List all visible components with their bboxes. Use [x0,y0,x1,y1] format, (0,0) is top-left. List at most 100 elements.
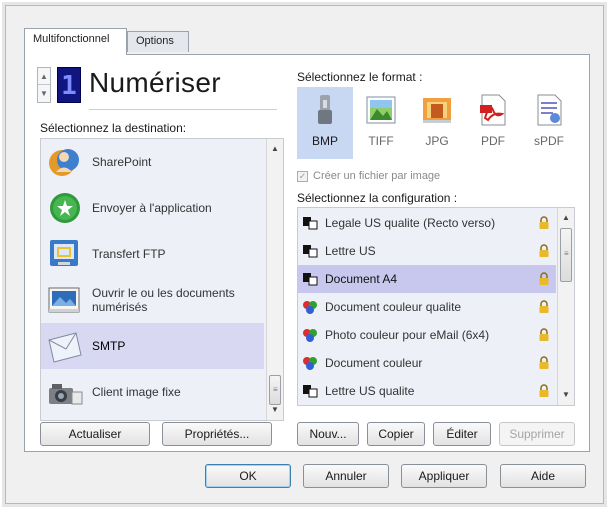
spdf-document-icon [537,94,562,126]
copy-button[interactable]: Copier [367,422,425,446]
profile-number-display: 1 [57,67,81,103]
dialog-window: Multifonctionnel Options ▲ ▼ 1 Numériser… [5,5,604,504]
format-label-spdf: sPDF [534,134,564,148]
configuration-item-label: Legale US qualite (Recto verso) [325,216,496,230]
destination-label-smtp: SMTP [92,339,126,353]
destination-item-still-image[interactable]: Client image fixe [41,369,264,415]
lock-icon [539,272,549,285]
spin-down-icon[interactable]: ▼ [38,85,50,102]
email-icon [48,332,82,363]
destination-scrollbar[interactable]: ▲ ≡ ▼ [266,139,283,420]
send-to-app-icon [50,193,80,223]
configuration-item[interactable]: Legale US qualite (Recto verso) [298,209,556,237]
open-documents-icon [48,287,80,313]
configuration-item[interactable]: Lettre US qualite [298,377,556,405]
destination-scroll-thumb[interactable]: ≡ [269,375,281,405]
format-label-bmp: BMP [311,134,338,148]
destination-item-smtp[interactable]: SMTP [41,323,264,369]
color-document-icon [303,329,317,342]
lock-icon [539,384,549,397]
grip-icon: ≡ [273,385,278,394]
format-label-pdf: PDF [481,134,505,148]
configuration-item-label: Lettre US [325,244,376,258]
destination-item-open-documents[interactable]: Ouvrir le ou les documents numérisés [41,277,264,323]
destination-item-ftp[interactable]: Transfert FTP [41,231,264,277]
delete-button[interactable]: Supprimer [499,422,575,446]
tiff-image-icon [366,96,396,124]
jpg-image-icon [423,98,451,123]
configuration-item[interactable]: Document couleur qualite [298,293,556,321]
destination-label-sharepoint: SharePoint [92,155,152,169]
bmp-paint-icon [318,95,332,124]
profile-title: Numériser [89,67,221,98]
scroll-up-icon[interactable]: ▲ [267,141,283,157]
format-label: Sélectionnez le format : [297,70,423,84]
destination-label: Sélectionnez la destination: [40,121,187,135]
lock-icon [539,300,549,313]
new-button[interactable]: Nouv... [297,422,359,446]
lock-icon [539,328,549,341]
format-spdf[interactable]: sPDF [521,87,577,159]
format-jpg[interactable]: JPG [409,87,465,159]
tab-options[interactable]: Options [127,31,189,52]
destination-label-send-to-app: Envoyer à l'application [92,201,212,215]
color-document-icon [303,301,317,314]
configuration-item-label: Document couleur [325,356,423,370]
tab-multifonctionnel[interactable]: Multifonctionnel [24,28,127,55]
color-document-icon [303,357,317,370]
spin-up-icon[interactable]: ▲ [38,68,50,85]
sharepoint-icon [49,149,79,176]
configuration-label: Sélectionnez la configuration : [297,191,458,205]
one-file-per-image-label: Créer un fichier par image [313,170,441,182]
pdf-document-icon [480,94,506,126]
configuration-item-label: Document couleur qualite [325,300,462,314]
checkmark-icon: ✓ [297,170,308,182]
format-bmp[interactable]: BMP [297,87,353,159]
lock-icon [539,356,549,369]
cancel-button[interactable]: Annuler [303,464,389,488]
apply-button[interactable]: Appliquer [401,464,487,488]
properties-button[interactable]: Propriétés... [162,422,272,446]
format-label-jpg: JPG [425,134,449,148]
title-divider [89,109,277,110]
format-pdf[interactable]: PDF [465,87,521,159]
destination-label-still-image: Client image fixe [92,385,181,399]
destination-item-sharepoint[interactable]: SharePoint [41,139,264,185]
scroll-down-icon[interactable]: ▼ [558,387,574,403]
configuration-item[interactable]: Photo couleur pour eMail (6x4) [298,321,556,349]
profile-spinner[interactable]: ▲ ▼ [37,67,51,103]
format-tiff[interactable]: TIFF [353,87,409,159]
ftp-icon [50,240,78,266]
configuration-item[interactable]: Document couleur [298,349,556,377]
bw-document-icon [303,273,318,286]
bw-document-icon [303,217,318,230]
grip-icon: ≡ [564,249,569,258]
configuration-item-label: Document A4 [325,272,398,286]
destination-item-send-to-app[interactable]: Envoyer à l'application [41,185,264,231]
one-file-per-image-checkbox[interactable]: ✓ Créer un fichier par image [297,170,440,182]
configuration-list[interactable]: Legale US qualite (Recto verso) Lettre U… [297,207,575,406]
ok-button[interactable]: OK [205,464,291,488]
destination-label-open-documents: Ouvrir le ou les documents numérisés [92,286,235,314]
format-label-tiff: TIFF [368,134,394,148]
lock-icon [539,216,549,229]
tab-panel: ▲ ▼ 1 Numériser Sélectionnez la destinat… [24,54,590,452]
configuration-item-label: Lettre US qualite [325,384,415,398]
still-image-client-icon [49,384,83,405]
lock-icon [539,244,549,257]
configuration-item[interactable]: Lettre US [298,237,556,265]
destination-list[interactable]: SharePoint Envoyer à l'application Trans… [40,138,284,421]
configuration-scroll-thumb[interactable]: ≡ [560,228,572,282]
format-selector: BMP TIFF JPG PDF sPDF [297,87,577,159]
bw-document-icon [303,245,318,258]
configuration-scrollbar[interactable]: ▲ ≡ ▼ [557,208,574,405]
configuration-item-label: Photo couleur pour eMail (6x4) [325,328,490,342]
bw-document-icon [303,385,318,398]
scroll-up-icon[interactable]: ▲ [558,210,574,226]
scroll-down-icon[interactable]: ▼ [267,402,283,418]
configuration-item-selected[interactable]: Document A4 [298,265,556,293]
refresh-button[interactable]: Actualiser [40,422,150,446]
edit-button[interactable]: Éditer [433,422,491,446]
help-button[interactable]: Aide [500,464,586,488]
destination-label-ftp: Transfert FTP [92,247,166,261]
